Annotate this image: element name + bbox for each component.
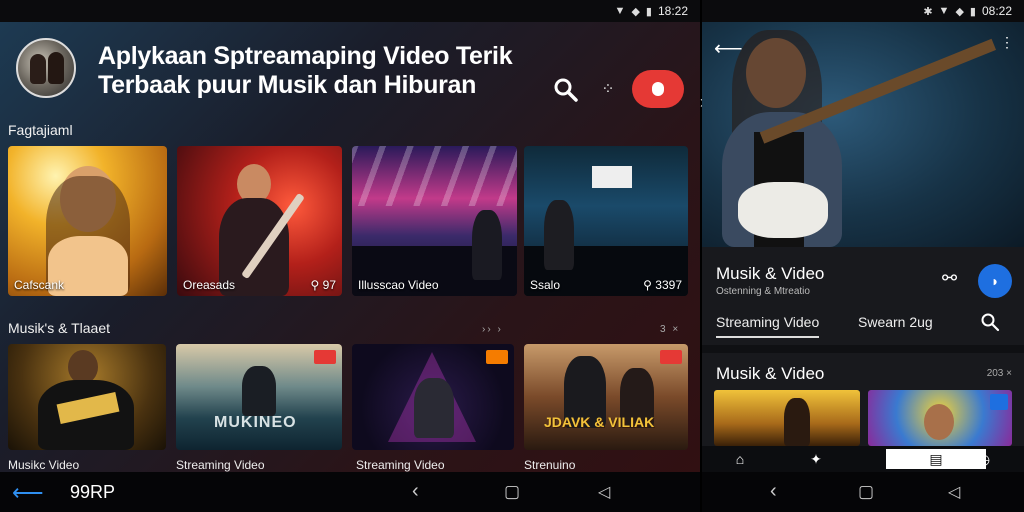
video-card[interactable]: Ssalo ⚲ 3397 xyxy=(524,146,688,296)
profile-button[interactable]: ◗ xyxy=(978,264,1012,298)
card-badge: ⚲ 3397 xyxy=(643,278,682,292)
video-card[interactable]: Illusscao Video xyxy=(352,146,517,296)
status-time: 08:22 xyxy=(981,4,1012,18)
card-caption: Illusscao Video xyxy=(358,278,439,292)
search-icon[interactable] xyxy=(552,76,580,104)
related-video-thumb[interactable] xyxy=(868,390,1012,446)
avatar[interactable] xyxy=(16,38,76,98)
location-icon: ⚲ xyxy=(643,278,652,292)
system-nav-bar: ⟵ 99RP ‹ ▢ ◁ xyxy=(0,472,700,512)
page-title: Aplykaan Sptreamaping Video Terik Terbaa… xyxy=(98,42,513,99)
video-card[interactable]: Cafscank xyxy=(8,146,167,296)
status-time: 18:22 xyxy=(657,4,688,18)
video-card[interactable] xyxy=(8,344,166,450)
card-caption: Strenuino xyxy=(524,458,576,472)
back-arrow-icon[interactable]: ⟵ xyxy=(714,36,743,61)
tab-streaming-video[interactable]: Streaming Video xyxy=(716,314,820,338)
section-count: 3 × xyxy=(660,324,681,335)
video-card[interactable]: MUKINEO xyxy=(176,344,342,450)
more-icon[interactable]: ⁘ xyxy=(596,78,620,102)
record-button[interactable] xyxy=(632,70,684,108)
poster-text: JDAVK & VILIAK xyxy=(544,414,655,430)
see-more-link[interactable]: ›› › xyxy=(482,324,503,335)
battery-icon: ▮ xyxy=(969,5,976,18)
nav-recents-icon[interactable]: ◁ xyxy=(598,482,610,502)
battery-icon: ▮ xyxy=(645,5,652,18)
search-icon[interactable] xyxy=(980,312,1000,332)
nav-recents-icon[interactable]: ◁ xyxy=(948,482,960,502)
card-caption: Oreasads xyxy=(183,278,236,292)
section-title: Fagtajiaml xyxy=(8,122,73,138)
record-icon xyxy=(652,82,664,96)
tab-secondary[interactable]: Swearn 2ug xyxy=(858,314,933,330)
signal-icon: ▼ xyxy=(614,5,626,17)
section-title: Musik & Video xyxy=(716,364,825,383)
card-caption: Streaming Video xyxy=(356,458,445,472)
status-bar-left: ▼ ◆ ▮ 18:22 xyxy=(0,0,700,22)
history-icon[interactable]: ◷ xyxy=(964,449,1004,469)
detail-screen: ⟵ ⋮ Musik & Video Ostenning & Mtreatio ⚯… xyxy=(702,22,1024,472)
video-title: Musik & Video xyxy=(716,264,825,283)
explore-icon[interactable]: ✦ xyxy=(796,449,836,469)
system-nav-bar: ‹ ▢ ◁ xyxy=(702,472,1024,512)
wifi-icon: ◆ xyxy=(955,5,964,18)
signal-icon: ▼ xyxy=(938,5,950,17)
nav-home-icon[interactable]: ▢ xyxy=(504,482,520,502)
divider xyxy=(702,345,1024,353)
section-title: Musik's & Tlaaet xyxy=(8,320,111,336)
card-caption: Streaming Video xyxy=(176,458,265,472)
video-card[interactable]: JDAVK & VILIAK xyxy=(524,344,688,450)
status-bar-right: ✱ ▼ ◆ ▮ 08:22 xyxy=(702,0,1024,22)
nav-back-icon[interactable]: ‹ xyxy=(770,480,777,503)
video-card[interactable] xyxy=(352,344,514,450)
video-card[interactable]: Oreasads ⚲ 97 xyxy=(177,146,342,296)
link-icon[interactable]: ⚯ xyxy=(942,268,957,289)
home-icon[interactable]: ⌂ xyxy=(720,449,760,469)
nav-home-icon[interactable]: ▢ xyxy=(858,482,874,502)
more-vert-icon[interactable]: ⋮ xyxy=(1000,34,1014,51)
section-count: 203 × xyxy=(986,368,1012,379)
poster-text: MUKINEO xyxy=(214,414,297,431)
nav-back-icon[interactable]: ‹ xyxy=(412,480,419,503)
home-screen: Aplykaan Sptreamaping Video Terik Terbaa… xyxy=(0,22,700,472)
card-caption: Musikc Video xyxy=(8,458,80,472)
hero-video[interactable]: ⟵ ⋮ xyxy=(702,22,1024,247)
brand-label: 99RP xyxy=(70,482,116,502)
bottom-tab-bar: ⌂ ✦ ▤ ◷ xyxy=(702,446,1024,472)
location-icon: ⚲ xyxy=(310,278,320,292)
bluetooth-icon: ✱ xyxy=(923,5,933,18)
card-caption: Cafscank xyxy=(14,278,65,292)
related-video-thumb[interactable] xyxy=(714,390,860,446)
card-badge: ⚲ 97 xyxy=(310,278,337,292)
back-arrow-icon[interactable]: ⟵ xyxy=(12,480,44,506)
wifi-icon: ◆ xyxy=(631,5,640,18)
video-subtitle: Ostenning & Mtreatio xyxy=(716,286,810,297)
card-caption: Ssalo xyxy=(530,278,561,292)
